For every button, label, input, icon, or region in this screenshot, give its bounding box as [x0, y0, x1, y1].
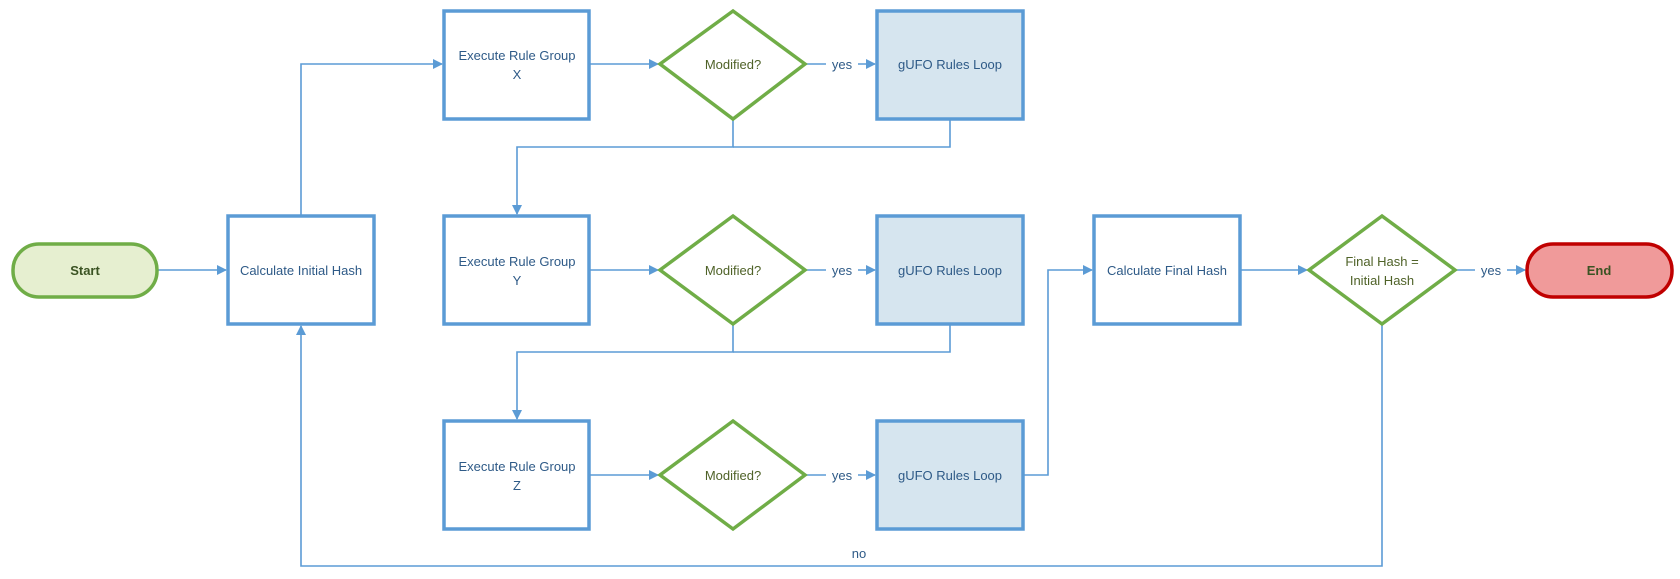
modified-x-decision: Modified? — [657, 8, 808, 122]
edge-mody-execz — [512, 324, 734, 420]
end-label: End — [1587, 263, 1612, 278]
compare-label-line1: Final Hash = — [1345, 254, 1418, 269]
gufo-rules-loop-z-box: gUFO Rules Loop — [875, 419, 1025, 531]
gufo-rules-loop-y-box: gUFO Rules Loop — [875, 214, 1025, 326]
loop-z-label: gUFO Rules Loop — [898, 468, 1002, 483]
flowchart: yes yes yes yes no Start Calculate Initi… — [11, 8, 1674, 567]
calculate-final-hash-label: Calculate Final Hash — [1107, 263, 1227, 278]
execute-rule-group-z-box: Execute Rule Group Z — [442, 419, 591, 531]
modified-z-label: Modified? — [705, 468, 761, 483]
execute-rule-group-y-box: Execute Rule Group Y — [442, 214, 591, 326]
edge-label-yes: yes — [832, 263, 853, 278]
edge-label-yes: yes — [1481, 263, 1502, 278]
start-terminal: Start — [11, 242, 159, 299]
exec-x-label-line2: X — [513, 67, 522, 82]
loop-x-label: gUFO Rules Loop — [898, 57, 1002, 72]
execute-rule-group-x-box: Execute Rule Group X — [442, 9, 591, 121]
modified-z-decision: Modified? — [657, 418, 808, 532]
modified-x-label: Modified? — [705, 57, 761, 72]
exec-z-label-line1: Execute Rule Group — [458, 459, 575, 474]
hash-compare-decision: Final Hash = Initial Hash — [1306, 213, 1458, 327]
edge-loopz-calcfinal — [1023, 265, 1093, 476]
exec-x-label-line1: Execute Rule Group — [458, 48, 575, 63]
edge-modx-execy — [512, 119, 734, 215]
exec-y-label-line1: Execute Rule Group — [458, 254, 575, 269]
edge-label-no: no — [852, 546, 866, 561]
edge-loopy-execz — [733, 324, 951, 353]
edge-loopx-execy — [733, 119, 951, 148]
end-terminal: End — [1525, 242, 1674, 299]
loop-y-label: gUFO Rules Loop — [898, 263, 1002, 278]
calculate-final-hash-box: Calculate Final Hash — [1092, 214, 1242, 326]
exec-z-label-line2: Z — [513, 478, 521, 493]
gufo-rules-loop-x-box: gUFO Rules Loop — [875, 9, 1025, 121]
edge-label-yes: yes — [832, 468, 853, 483]
calculate-initial-hash-box: Calculate Initial Hash — [226, 214, 376, 326]
calculate-initial-hash-label: Calculate Initial Hash — [240, 263, 362, 278]
start-label: Start — [70, 263, 100, 278]
exec-y-label-line2: Y — [513, 273, 522, 288]
edge-label-yes: yes — [832, 57, 853, 72]
edge-calc-execx — [300, 59, 443, 216]
modified-y-decision: Modified? — [657, 213, 808, 327]
modified-y-label: Modified? — [705, 263, 761, 278]
compare-label-line2: Initial Hash — [1350, 273, 1414, 288]
